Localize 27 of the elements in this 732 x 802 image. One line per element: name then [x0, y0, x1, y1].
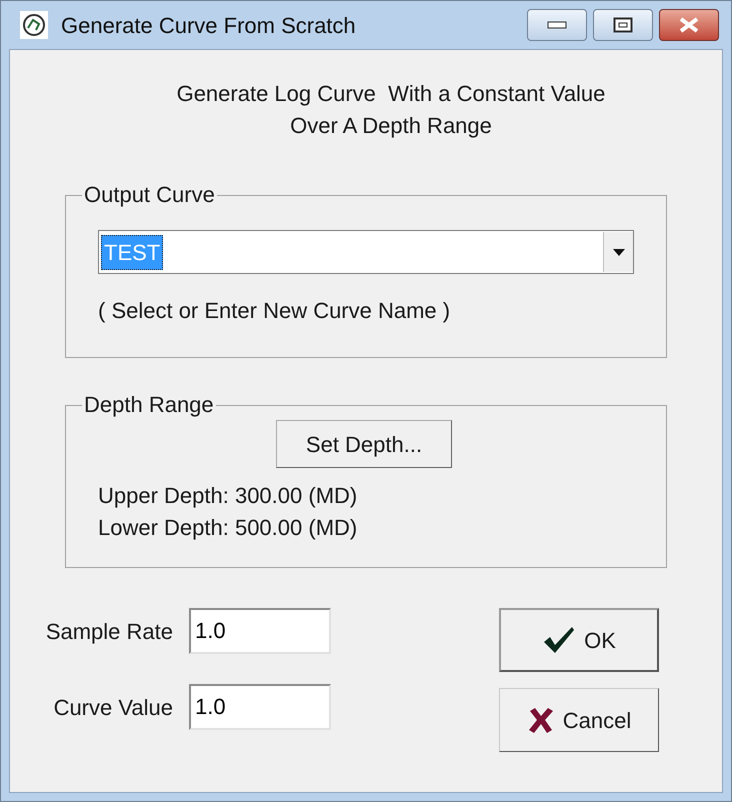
ok-button[interactable]: OK [499, 608, 659, 672]
field-label: Curve Value [54, 694, 173, 722]
lower-depth-text: Lower Depth: 500.00 (MD) [98, 514, 358, 542]
number-field[interactable]: 1.0 [189, 608, 331, 654]
close-button[interactable] [659, 9, 719, 41]
minimize-button[interactable] [527, 9, 587, 41]
field-label: Sample Rate [46, 618, 173, 646]
group-label: Output Curve [83, 182, 216, 208]
app-icon [19, 10, 49, 40]
cross-icon [526, 706, 555, 734]
group-label: Depth Range [83, 392, 215, 418]
description-text: Generate Log Curve With a Constant Value [176, 80, 606, 108]
caret-icon [612, 248, 624, 256]
maximize-icon [613, 17, 633, 33]
dropdown-button[interactable] [603, 232, 633, 272]
close-icon [678, 17, 700, 33]
check-icon [542, 625, 576, 655]
minimize-icon [547, 21, 567, 29]
description-text: Over A Depth Range [290, 112, 492, 140]
window-title: Generate Curve From Scratch [61, 12, 356, 40]
maximize-button[interactable] [593, 9, 653, 41]
cancel-button[interactable]: Cancel [499, 688, 659, 752]
combo-value: TEST [101, 234, 164, 270]
hint-text: ( Select or Enter New Curve Name ) [98, 297, 452, 325]
upper-depth-text: Upper Depth: 300.00 (MD) [98, 482, 358, 510]
set-depth-button[interactable]: Set Depth... [276, 420, 452, 468]
number-field[interactable]: 1.0 [189, 684, 331, 730]
